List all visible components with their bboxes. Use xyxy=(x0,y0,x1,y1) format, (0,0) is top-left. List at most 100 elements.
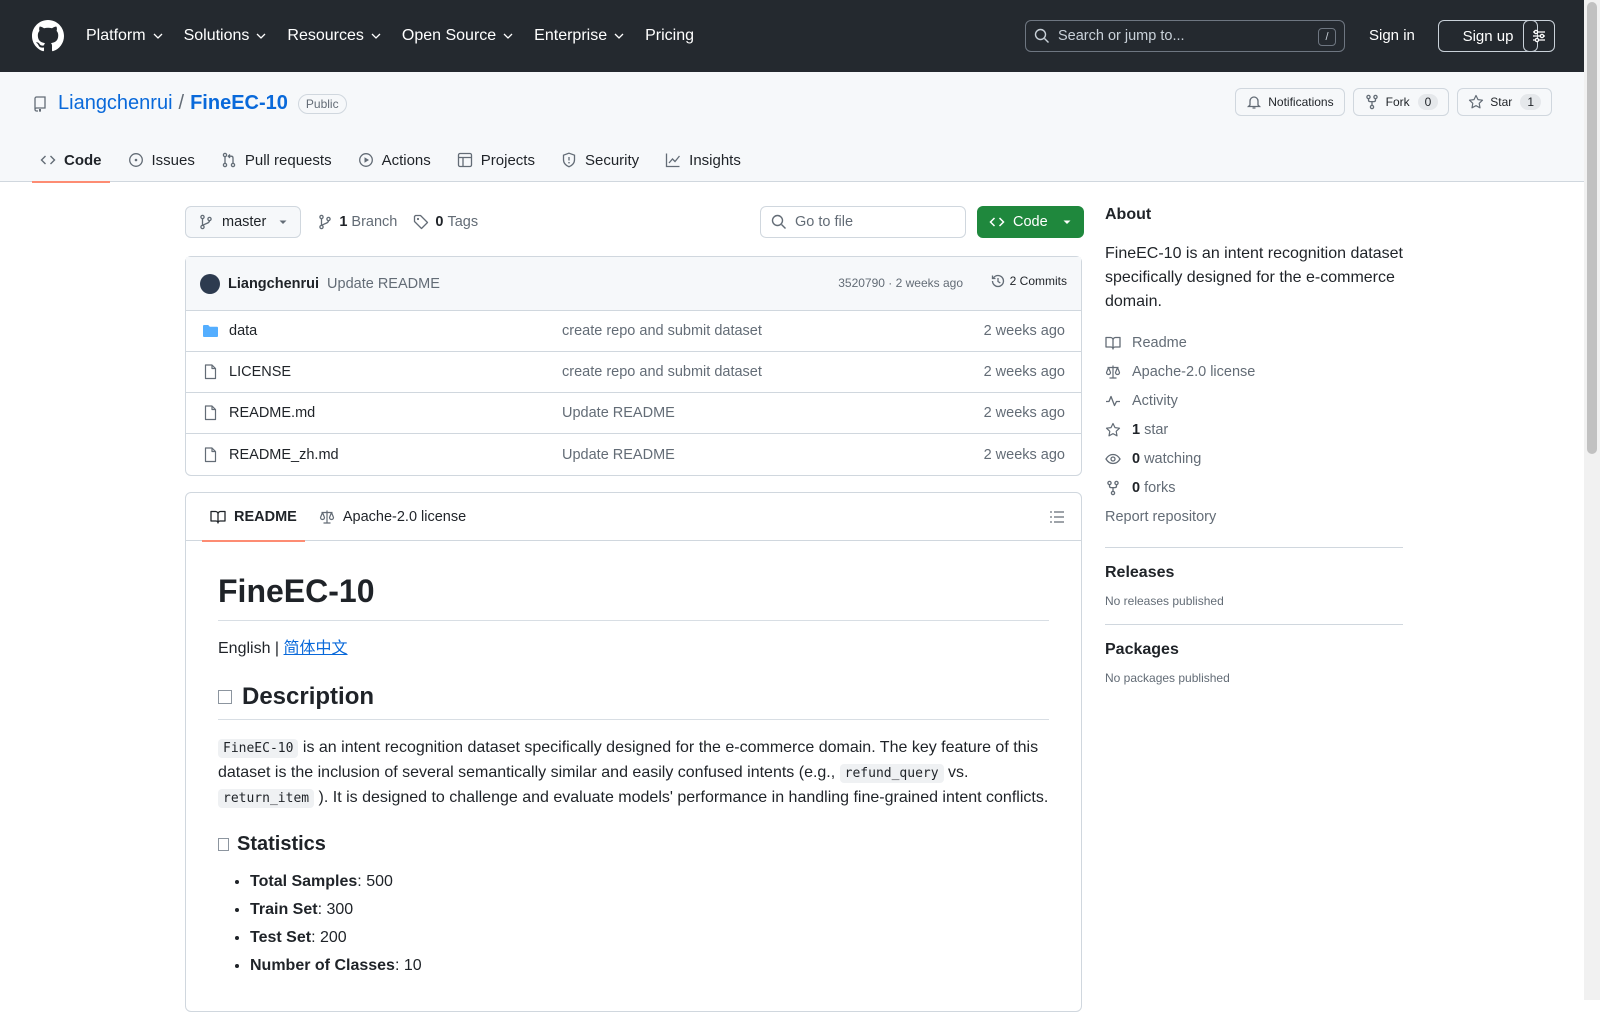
branch-select-button[interactable]: master xyxy=(185,206,302,238)
tab-code[interactable]: Code xyxy=(32,138,110,183)
history-icon xyxy=(991,274,1004,288)
emoji-placeholder-icon xyxy=(218,838,229,851)
nav-solutions[interactable]: Solutions xyxy=(184,27,268,45)
eye-icon xyxy=(1105,453,1121,464)
github-logo-icon[interactable] xyxy=(32,20,64,52)
star-count: 1 xyxy=(1520,94,1541,110)
releases-heading[interactable]: Releases xyxy=(1105,564,1403,582)
nav-resources-label: Resources xyxy=(287,27,364,44)
scrollbar-thumb[interactable] xyxy=(1587,2,1597,454)
nav-open-source[interactable]: Open Source xyxy=(402,27,514,45)
tab-insights[interactable]: Insights xyxy=(657,138,749,182)
tab-issues[interactable]: Issues xyxy=(120,138,203,182)
branches-link[interactable]: 1 Branch xyxy=(317,214,397,230)
tags-link[interactable]: 0 Tags xyxy=(413,214,478,230)
nav-pricing[interactable]: Pricing xyxy=(645,27,694,45)
commits-history-link[interactable]: 2 Commits xyxy=(990,273,1067,289)
lang-zh-link[interactable]: 简体中文 xyxy=(284,640,348,657)
tab-actions[interactable]: Actions xyxy=(350,138,439,182)
table-row[interactable]: LICENSE create repo and submit dataset 2… xyxy=(186,352,1081,393)
list-outline-icon[interactable] xyxy=(1049,509,1065,525)
file-name-link[interactable]: README.md xyxy=(229,405,315,421)
tab-insights-label: Insights xyxy=(689,151,741,169)
play-icon xyxy=(358,153,373,167)
chevron-down-icon xyxy=(503,33,513,39)
chevron-down-icon xyxy=(614,33,624,39)
license-link-label: Apache-2.0 license xyxy=(1132,363,1256,380)
sliders-icon xyxy=(1533,29,1545,43)
activity-link-label: Activity xyxy=(1132,392,1178,409)
stat-label: Test Set xyxy=(250,929,312,946)
code-dropdown-button[interactable]: Code xyxy=(977,206,1084,238)
fork-button[interactable]: Fork 0 xyxy=(1352,88,1450,116)
sign-in-link[interactable]: Sign in xyxy=(1369,27,1415,44)
law-icon xyxy=(1105,365,1121,379)
go-to-file-placeholder: Go to file xyxy=(795,214,854,230)
license-link[interactable]: Apache-2.0 license xyxy=(1105,357,1403,386)
settings-menu-button[interactable] xyxy=(1523,20,1555,52)
file-commit-message[interactable]: Update README xyxy=(562,405,675,421)
description-text: vs. xyxy=(943,764,969,781)
commit-message-link[interactable]: Update README xyxy=(327,276,440,292)
file-name-link[interactable]: LICENSE xyxy=(229,364,291,380)
description-heading: Description xyxy=(218,683,1049,720)
tab-security[interactable]: Security xyxy=(553,138,647,182)
tab-security-label: Security xyxy=(584,151,640,169)
file-commit-message[interactable]: create repo and submit dataset xyxy=(562,364,762,380)
nav-resources[interactable]: Resources xyxy=(287,27,381,45)
description-text: ). It is designed to challenge and evalu… xyxy=(314,789,1049,806)
nav-platform-label: Platform xyxy=(86,27,146,44)
nav-platform[interactable]: Platform xyxy=(86,27,164,45)
nav-enterprise[interactable]: Enterprise xyxy=(534,27,625,45)
chevron-down-icon xyxy=(371,33,381,39)
file-name-link[interactable]: README_zh.md xyxy=(229,447,339,463)
watchers-link[interactable]: 0 watching xyxy=(1105,444,1403,473)
file-icon xyxy=(204,446,217,462)
readme-title: FineEC-10 xyxy=(218,573,1049,621)
star-icon xyxy=(1469,94,1484,109)
branch-icon xyxy=(200,214,212,230)
about-heading: About xyxy=(1105,206,1152,223)
stat-label: Number of Classes xyxy=(250,957,395,974)
tab-pull-requests[interactable]: Pull requests xyxy=(213,138,340,182)
stars-link[interactable]: 1 star xyxy=(1105,415,1403,444)
tab-projects[interactable]: Projects xyxy=(449,138,543,182)
star-button[interactable]: Star 1 xyxy=(1457,88,1552,116)
report-repository-link[interactable]: Report repository xyxy=(1105,502,1403,531)
readme-link[interactable]: Readme xyxy=(1105,328,1403,357)
search-shortcut-hint: / xyxy=(1318,28,1336,46)
repo-name-link[interactable]: FineEC-10 xyxy=(190,92,288,115)
fork-count: 0 xyxy=(1417,94,1439,110)
stat-value: : 300 xyxy=(317,901,354,918)
description-heading-text: Description xyxy=(242,683,375,710)
global-search-input[interactable]: Search or jump to... / xyxy=(1025,20,1345,52)
packages-heading[interactable]: Packages xyxy=(1105,641,1403,659)
commit-meta[interactable]: 3520790 · 2 weeks ago xyxy=(838,276,963,290)
tab-license[interactable]: Apache-2.0 license xyxy=(311,493,474,541)
forks-link[interactable]: 0 forks xyxy=(1105,473,1403,502)
chevron-down-icon xyxy=(256,33,266,39)
table-row[interactable]: README_zh.md Update README 2 weeks ago xyxy=(186,434,1081,475)
watching-label: watching xyxy=(1144,450,1202,467)
file-commit-message[interactable]: create repo and submit dataset xyxy=(562,323,762,339)
file-name-link[interactable]: data xyxy=(229,323,257,339)
divider xyxy=(1105,547,1403,548)
branch-label: Branch xyxy=(351,214,398,230)
repository-header: Liangchenrui / FineEC-10 Public Notifica… xyxy=(0,72,1584,183)
tab-readme[interactable]: README xyxy=(202,493,305,542)
notifications-button[interactable]: Notifications xyxy=(1235,88,1345,116)
graph-icon xyxy=(666,153,681,168)
avatar[interactable] xyxy=(200,273,220,294)
table-row[interactable]: README.md Update README 2 weeks ago xyxy=(186,393,1081,434)
nav-pricing-label: Pricing xyxy=(645,27,694,44)
commit-author-link[interactable]: Liangchenrui xyxy=(228,276,319,292)
table-row[interactable]: data create repo and submit dataset 2 we… xyxy=(186,311,1081,352)
activity-link[interactable]: Activity xyxy=(1105,386,1403,415)
go-to-file-input[interactable]: Go to file xyxy=(760,206,966,238)
repo-owner-link[interactable]: Liangchenrui xyxy=(58,92,173,115)
list-item: Total Samples: 500 xyxy=(250,870,1049,894)
page-scrollbar[interactable] xyxy=(1584,0,1600,1000)
file-commit-message[interactable]: Update README xyxy=(562,447,675,463)
fork-icon xyxy=(1107,480,1119,495)
tab-issues-label: Issues xyxy=(151,151,195,169)
